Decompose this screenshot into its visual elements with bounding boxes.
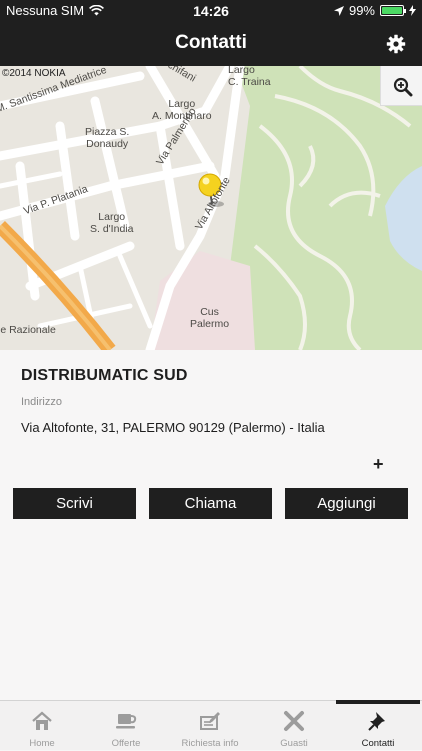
status-bar: Nessuna SIM 14:26 99% — [0, 0, 422, 22]
add-contact-button[interactable]: Aggiungi — [285, 488, 408, 519]
address-value[interactable]: Via Altofonte, 31, PALERMO 90129 (Palerm… — [21, 420, 325, 435]
map-label: Largo S. d'India — [90, 211, 134, 236]
zoom-in-icon — [393, 77, 413, 97]
call-button[interactable]: Chiama — [149, 488, 272, 519]
tab-label: Offerte — [111, 738, 141, 749]
company-name: DISTRIBUMATIC SUD — [21, 367, 188, 384]
tab-home[interactable]: Home — [0, 701, 84, 751]
tab-bar: Home Offerte Richiesta info Guasti Conta… — [0, 700, 422, 750]
contact-details: DISTRIBUMATIC SUD Indirizzo Via Altofont… — [0, 350, 422, 700]
tab-guasti[interactable]: Guasti — [252, 701, 336, 751]
nav-bar: Contatti — [0, 22, 422, 66]
zoom-button[interactable] — [380, 66, 422, 106]
address-label: Indirizzo — [21, 396, 62, 408]
battery-percent: 99% — [348, 3, 375, 18]
map-label: Largo C. Traina — [228, 66, 271, 89]
tab-label: Guasti — [280, 738, 308, 749]
pin-icon — [368, 712, 385, 731]
gear-icon[interactable] — [386, 34, 406, 54]
edit-form-icon — [200, 712, 220, 730]
active-tab-indicator — [336, 700, 420, 704]
tab-contatti[interactable]: Contatti — [336, 700, 420, 751]
map-label: Cus Palermo — [190, 306, 230, 331]
tab-label: Home — [29, 738, 55, 749]
map-copyright: ©2014 NOKIA — [2, 68, 66, 79]
map-label: Piazza S. Donaudy — [85, 126, 130, 151]
tab-offerte[interactable]: Offerte — [84, 701, 168, 751]
coffee-cup-icon — [116, 714, 137, 729]
tab-richiesta-info[interactable]: Richiesta info — [168, 701, 252, 751]
charging-bolt-icon — [409, 5, 416, 16]
map-view[interactable]: ©2014 NOKIA Largo C. Traina Schifani M. S… — [0, 66, 422, 350]
expand-plus-button[interactable]: + — [373, 454, 384, 475]
location-arrow-icon — [333, 5, 344, 16]
tab-label: Richiesta info — [181, 738, 239, 749]
home-icon — [32, 711, 52, 730]
write-button[interactable]: Scrivi — [13, 488, 136, 519]
battery-icon — [380, 5, 406, 16]
tab-label: Contatti — [361, 738, 395, 749]
map-label: le Razionale — [0, 324, 56, 336]
page-title: Contatti — [175, 32, 247, 53]
wrench-cross-icon — [284, 711, 304, 731]
